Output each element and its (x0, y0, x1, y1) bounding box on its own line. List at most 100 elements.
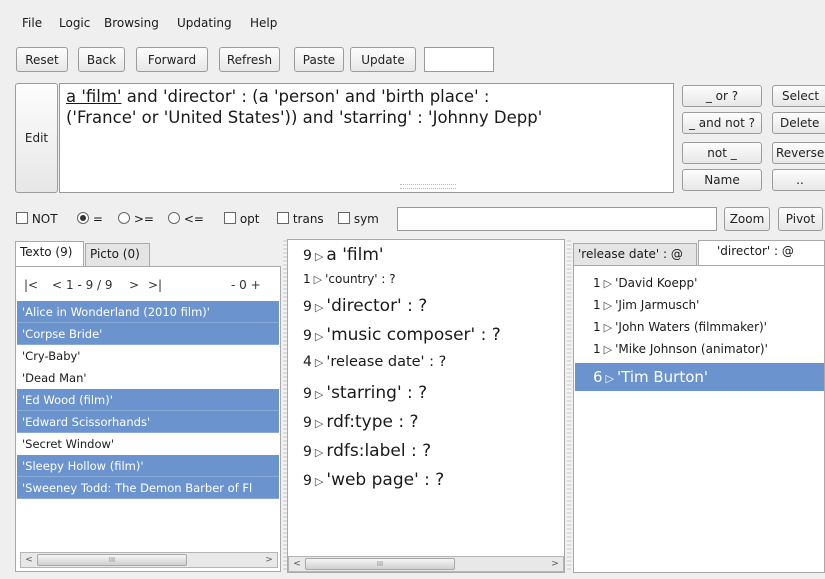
nav-first[interactable]: |< (24, 278, 38, 292)
value-item[interactable]: 1 ▷ 'David Koepp' (575, 273, 824, 293)
result-item[interactable]: 'Sleepy Hollow (film)' (17, 455, 279, 477)
or-button[interactable]: _ or ? (682, 85, 762, 107)
result-item[interactable]: 'Ed Wood (film)' (17, 389, 279, 411)
scroll-thumb[interactable]: III (305, 558, 455, 570)
expand-icon[interactable]: ▷ (604, 321, 612, 334)
property-item[interactable]: 4 ▷'release date' : ? (303, 354, 446, 370)
property-item[interactable]: 9 ▷ rdfs:label : ? (303, 441, 431, 461)
middle-hscrollbar[interactable]: < III > (288, 556, 564, 572)
property-item[interactable]: 1 ▷'country' : ? (303, 272, 396, 286)
expand-icon[interactable]: ▷ (606, 372, 614, 385)
filter-input[interactable] (397, 207, 717, 231)
result-item[interactable]: 'Cry-Baby' (17, 345, 279, 367)
result-item[interactable]: 'Dead Man' (17, 367, 279, 389)
update-button[interactable]: Update (350, 47, 416, 72)
scroll-thumb[interactable]: III (37, 554, 187, 566)
trans-checkbox-group[interactable]: trans (277, 212, 324, 226)
lte-radio[interactable] (168, 212, 180, 224)
value-item[interactable]: 1 ▷ 'John Waters (filmmaker)' (575, 317, 824, 337)
edit-button[interactable]: Edit (15, 83, 58, 193)
right-splitter[interactable] (567, 240, 571, 570)
expand-icon[interactable]: ▷ (315, 356, 323, 369)
result-item[interactable]: 'Alice in Wonderland (2010 film)' (17, 301, 279, 323)
scroll-right-arrow[interactable]: > (548, 557, 562, 571)
more-button[interactable]: .. (772, 169, 825, 191)
eq-radio-group[interactable]: = (77, 212, 103, 226)
opt-checkbox[interactable] (224, 212, 236, 224)
menu-logic[interactable]: Logic (59, 16, 90, 30)
sym-checkbox-group[interactable]: sym (338, 212, 379, 226)
tab-director[interactable]: 'director' : @ (698, 240, 825, 266)
expand-icon[interactable]: ▷ (315, 330, 323, 343)
forward-button[interactable]: Forward (136, 47, 208, 72)
query-editor[interactable]: a 'film' and 'director' : (a 'person' an… (59, 83, 674, 193)
reset-button[interactable]: Reset (16, 47, 68, 72)
toolbar-input[interactable] (424, 47, 494, 72)
expand-icon[interactable]: ▷ (604, 343, 612, 356)
refresh-button[interactable]: Refresh (219, 47, 280, 72)
query-focus[interactable]: a 'film' (66, 87, 121, 106)
expand-icon[interactable]: ▷ (314, 273, 322, 286)
value-item[interactable]: 6 ▷ 'Tim Burton' (575, 363, 824, 391)
paste-button[interactable]: Paste (294, 47, 344, 72)
scroll-left-arrow[interactable]: < (290, 557, 304, 571)
result-item[interactable]: 'Corpse Bride' (17, 323, 279, 345)
nav-zoom[interactable]: - 0 + (231, 278, 261, 292)
property-count: 9 (303, 415, 312, 431)
value-item[interactable]: 1 ▷ 'Mike Johnson (animator)' (575, 339, 824, 359)
select-button[interactable]: Select (772, 85, 825, 107)
nav-range: 1 - 9 / 9 (66, 278, 113, 292)
property-item[interactable]: 9 ▷ rdf:type : ? (303, 412, 419, 432)
and-not-button[interactable]: _ and not ? (682, 112, 762, 134)
scroll-right-arrow[interactable]: > (262, 553, 276, 567)
lte-radio-group[interactable]: <= (168, 212, 204, 226)
property-item[interactable]: 9 ▷ a 'film' (303, 245, 384, 265)
not-label: NOT (31, 212, 58, 226)
not-checkbox-group[interactable]: NOT (16, 212, 58, 226)
nav-last[interactable]: >| (148, 278, 162, 292)
result-item[interactable]: 'Secret Window' (17, 433, 279, 455)
result-item[interactable]: 'Sweeney Todd: The Demon Barber of Fl (17, 477, 279, 499)
sym-checkbox[interactable] (338, 212, 350, 224)
expand-icon[interactable]: ▷ (604, 299, 612, 312)
zoom-button[interactable]: Zoom (724, 207, 770, 231)
delete-button[interactable]: Delete (772, 112, 825, 134)
resize-grip[interactable] (400, 184, 456, 189)
left-hscrollbar[interactable]: < III > (20, 552, 278, 568)
name-button[interactable]: Name (682, 169, 762, 191)
gte-radio-group[interactable]: >= (118, 212, 154, 226)
reverse-button[interactable]: Reverse (772, 142, 825, 164)
expand-icon[interactable]: ▷ (315, 301, 323, 314)
nav-next[interactable]: > (129, 278, 139, 292)
property-item[interactable]: 9 ▷'starring' : ? (303, 383, 427, 403)
tab-texto[interactable]: Texto (9) (15, 241, 84, 267)
eq-radio[interactable] (77, 212, 89, 224)
opt-checkbox-group[interactable]: opt (224, 212, 260, 226)
property-item[interactable]: 9 ▷'director' : ? (303, 296, 427, 316)
expand-icon[interactable]: ▷ (315, 250, 323, 263)
expand-icon[interactable]: ▷ (315, 446, 323, 459)
pivot-button[interactable]: Pivot (778, 207, 823, 231)
nav-prev[interactable]: < (52, 278, 62, 292)
property-item[interactable]: 9 ▷'music composer' : ? (303, 325, 501, 345)
menu-browsing[interactable]: Browsing (104, 16, 159, 30)
not-button[interactable]: not _ (682, 142, 762, 164)
property-count: 9 (303, 248, 312, 264)
trans-checkbox[interactable] (277, 212, 289, 224)
expand-icon[interactable]: ▷ (315, 417, 323, 430)
expand-icon[interactable]: ▷ (315, 475, 323, 488)
expand-icon[interactable]: ▷ (604, 277, 612, 290)
expand-icon[interactable]: ▷ (315, 388, 323, 401)
result-item[interactable]: 'Edward Scissorhands' (17, 411, 279, 433)
menu-updating[interactable]: Updating (177, 16, 232, 30)
scroll-left-arrow[interactable]: < (22, 553, 36, 567)
tab-picto[interactable]: Picto (0) (85, 243, 150, 267)
property-item[interactable]: 9 ▷'web page' : ? (303, 470, 444, 490)
back-button[interactable]: Back (78, 47, 125, 72)
menu-help[interactable]: Help (250, 16, 277, 30)
value-item[interactable]: 1 ▷ 'Jim Jarmusch' (575, 295, 824, 315)
menu-file[interactable]: File (22, 16, 42, 30)
tab-release-date[interactable]: 'release date' : @ (573, 243, 697, 267)
not-checkbox[interactable] (16, 212, 28, 224)
gte-radio[interactable] (118, 212, 130, 224)
